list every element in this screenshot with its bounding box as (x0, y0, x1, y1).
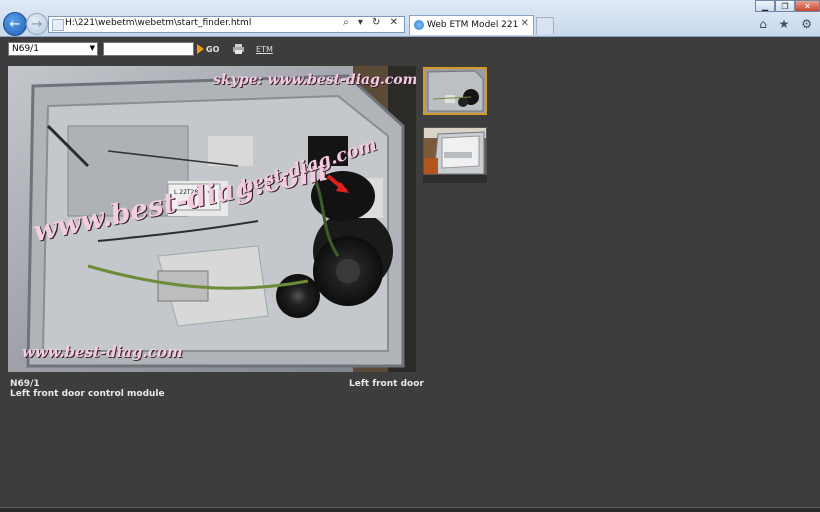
component-select-value: N69/1 (12, 44, 39, 54)
chevron-down-icon: ▼ (89, 44, 95, 52)
forward-button[interactable]: → (26, 13, 48, 35)
home-favorites-settings-icons[interactable]: ⌂ ★ ⚙ (759, 17, 816, 31)
address-text: H:\221\webetm\webetm\start_finder.html (65, 18, 252, 28)
tab-web-etm[interactable]: Web ETM Model 221 ✕ (409, 15, 534, 35)
tab-close-icon[interactable]: ✕ (521, 18, 529, 29)
go-button[interactable]: GO (197, 44, 219, 54)
forward-arrow-icon: → (31, 16, 43, 32)
thumbnail-1[interactable] (423, 67, 487, 115)
thumbnail-strip-end (423, 175, 487, 183)
browser-chrome: ← → H:\221\webetm\webetm\start_finder.ht… (0, 0, 820, 37)
new-tab-button[interactable] (536, 17, 554, 34)
ie-icon (414, 20, 424, 30)
component-photo: L 22T289 skype: www.best-diag.com www.be… (8, 66, 416, 372)
watermark-bottom: www.best-diag.com (22, 343, 183, 361)
address-bar[interactable]: H:\221\webetm\webetm\start_finder.html ⌕… (48, 16, 405, 33)
thumbnail-1-image (425, 69, 485, 113)
watermark-skype: skype: www.best-diag.com (213, 72, 416, 88)
search-input[interactable] (103, 42, 194, 56)
print-icon[interactable] (233, 44, 244, 54)
close-window-button[interactable]: ✕ (795, 0, 820, 12)
component-description: Left front door control module (10, 389, 165, 399)
page-icon (52, 19, 64, 31)
thumbnail-2[interactable] (423, 127, 487, 175)
etm-link[interactable]: ETM (256, 45, 273, 54)
maximize-button[interactable]: ❐ (775, 0, 795, 12)
tab-label: Web ETM Model 221 (427, 20, 519, 30)
component-code: N69/1 (10, 379, 40, 389)
thumbnail-2-image (424, 128, 486, 174)
back-arrow-icon: ← (9, 16, 21, 32)
go-label: GO (206, 44, 220, 54)
component-location: Left front door (349, 379, 424, 389)
component-select[interactable]: N69/1 ▼ (8, 42, 98, 56)
back-button[interactable]: ← (3, 12, 27, 36)
address-tools-icons[interactable]: ⌕ ▾ ↻ ✕ (343, 17, 401, 28)
status-bar (0, 507, 820, 512)
play-arrow-icon (197, 44, 204, 54)
minimize-button[interactable]: ▁ (755, 0, 775, 12)
